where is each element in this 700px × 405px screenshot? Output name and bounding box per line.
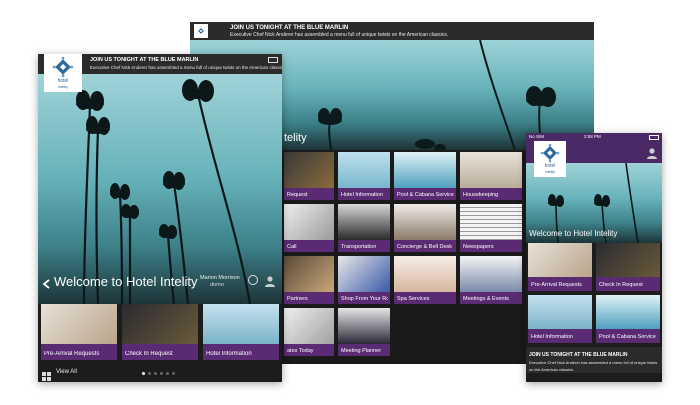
status-time: 2:58 PM [584, 134, 601, 139]
tile-spa-services[interactable]: Spa Services [394, 256, 456, 304]
palm-trees-image [76, 79, 252, 304]
hotel-logo: hotel intelity [534, 141, 566, 177]
welcome-title-partial: telity [284, 132, 307, 144]
view-all-link[interactable]: View All [56, 369, 77, 375]
tile-shop-from-your-room[interactable]: Shop From Your Room [338, 256, 390, 304]
tablet-portrait: JOIN US TONIGHT AT THE BLUE MARLIN Execu… [38, 54, 282, 382]
tile-pre-arrival-requests[interactable]: Pre-Arrival Requests [528, 243, 592, 291]
tile-check-in-request[interactable]: Check In Request [122, 304, 198, 360]
welcome-title: Welcome to Hotel Intelity [529, 229, 618, 238]
tile-newspapers[interactable]: Newspapers [460, 204, 522, 252]
tile-rates-today[interactable]: ates Today [284, 308, 334, 356]
hotel-logo [194, 24, 208, 38]
grid-icon[interactable] [42, 368, 51, 381]
tile-hotel-information[interactable]: Hotel Information [528, 295, 592, 343]
promo-headline: JOIN US TONIGHT AT THE BLUE MARLIN [230, 25, 349, 31]
profile-icon[interactable] [264, 274, 276, 287]
tile-housekeeping[interactable]: Housekeeping [460, 152, 522, 200]
tile-pool-cabana-service[interactable]: Pool & Cabana Service [596, 295, 660, 343]
guest-room: domo [210, 282, 224, 288]
battery-icon [649, 135, 659, 140]
tile-meeting-planner[interactable]: Meeting Planner [338, 308, 390, 356]
promo-body: Executive Chef Nick Anderer has assemble… [90, 65, 282, 70]
tile-request[interactable]: Request [284, 152, 334, 200]
logo-icon [52, 56, 74, 78]
logo-icon [198, 28, 204, 34]
tile-transportation[interactable]: Transportation [338, 204, 390, 252]
battery-icon [268, 57, 278, 63]
tile-check-in-request[interactable]: Check In Request [596, 243, 660, 291]
tile-concierge-bell-desk[interactable]: Concierge & Bell Desk [394, 204, 456, 252]
guest-name: Marion Morrison [200, 275, 240, 281]
tile-call[interactable]: Call [284, 204, 334, 252]
welcome-title: Welcome to Hotel Intelity [54, 274, 198, 289]
promo-banner[interactable]: JOIN US TONIGHT AT THE BLUE MARLIN Execu… [526, 347, 662, 373]
page-indicator [142, 372, 182, 375]
tile-pool-cabana[interactable]: Pool & Cabana Service [394, 152, 456, 200]
logo-subtext: intelity [545, 170, 555, 174]
status-bar: No SIM 2:58 PM [526, 133, 662, 141]
tile-meetings-events[interactable]: Meetings & Events [460, 256, 522, 304]
back-arrow-icon[interactable] [42, 276, 52, 289]
hotel-logo: hotel intelity [44, 54, 82, 92]
tile-partners[interactable]: Partners [284, 256, 334, 304]
logo-subtext: intelity [58, 85, 68, 89]
tile-pre-arrival-requests[interactable]: Pre-Arrival Requests [41, 304, 117, 360]
profile-icon[interactable] [646, 146, 658, 159]
clock-icon[interactable] [248, 275, 258, 285]
tile-hotel-information[interactable]: Hotel Information [203, 304, 279, 360]
logo-icon [540, 143, 560, 163]
promo-body: Executive Chef Nick Anderer has assemble… [529, 360, 658, 372]
phone: No SIM 2:58 PM hotel intelity Welcome to… [526, 133, 662, 382]
tile-hotel-information[interactable]: Hotel Information [338, 152, 390, 200]
promo-banner[interactable]: JOIN US TONIGHT AT THE BLUE MARLIN Execu… [190, 22, 594, 40]
carrier-text: No SIM [529, 134, 545, 139]
promo-headline: JOIN US TONIGHT AT THE BLUE MARLIN [529, 352, 628, 358]
promo-body: Executive Chef Nick Anderer has assemble… [230, 32, 449, 38]
promo-headline: JOIN US TONIGHT AT THE BLUE MARLIN [90, 57, 199, 63]
